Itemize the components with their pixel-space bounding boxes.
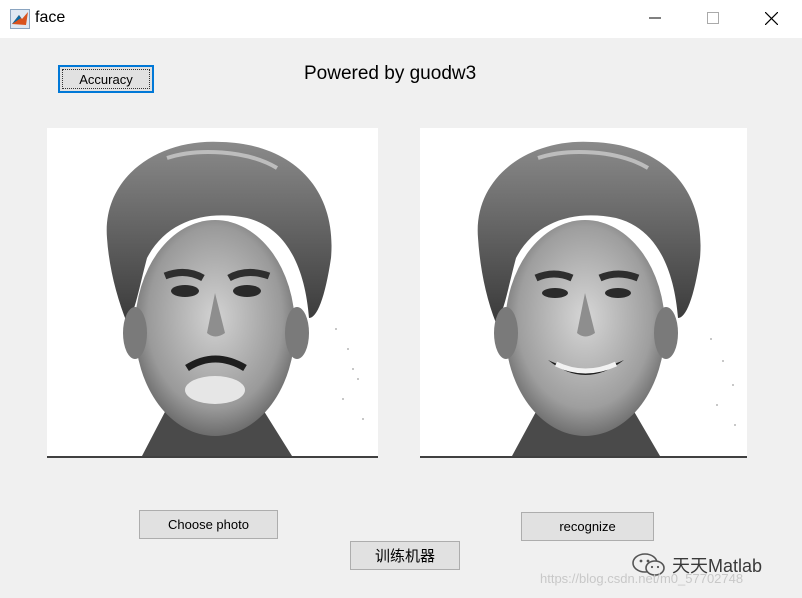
choose-photo-button[interactable]: Choose photo — [139, 510, 278, 539]
close-icon — [764, 11, 778, 25]
recognize-label: recognize — [559, 519, 616, 534]
happy-face-photo — [420, 128, 747, 456]
minimize-icon — [649, 17, 661, 19]
recognize-button[interactable]: recognize — [521, 512, 654, 541]
minimize-button[interactable] — [626, 0, 684, 36]
maximize-icon — [707, 12, 719, 24]
matlab-icon — [10, 9, 30, 29]
train-machine-button[interactable]: 训练机器 — [350, 541, 460, 570]
focus-ring — [62, 69, 150, 89]
window-title: face — [35, 9, 66, 26]
title-bar[interactable]: face — [0, 0, 802, 38]
right-image-axes[interactable] — [420, 128, 747, 458]
choose-photo-label: Choose photo — [168, 517, 249, 532]
train-machine-label: 训练机器 — [374, 547, 435, 565]
close-button[interactable] — [742, 0, 800, 36]
sad-face-photo — [47, 128, 378, 456]
accuracy-button[interactable]: Accuracy — [58, 65, 154, 93]
powered-by-text: Powered by guodw3 — [304, 63, 477, 84]
watermark-url: https://blog.csdn.net/m0_57702748 — [540, 571, 744, 586]
left-image-axes[interactable] — [47, 128, 378, 458]
maximize-button[interactable] — [684, 0, 742, 36]
figure-canvas: Accuracy Powered by guodw3 Choose photo … — [0, 38, 802, 598]
